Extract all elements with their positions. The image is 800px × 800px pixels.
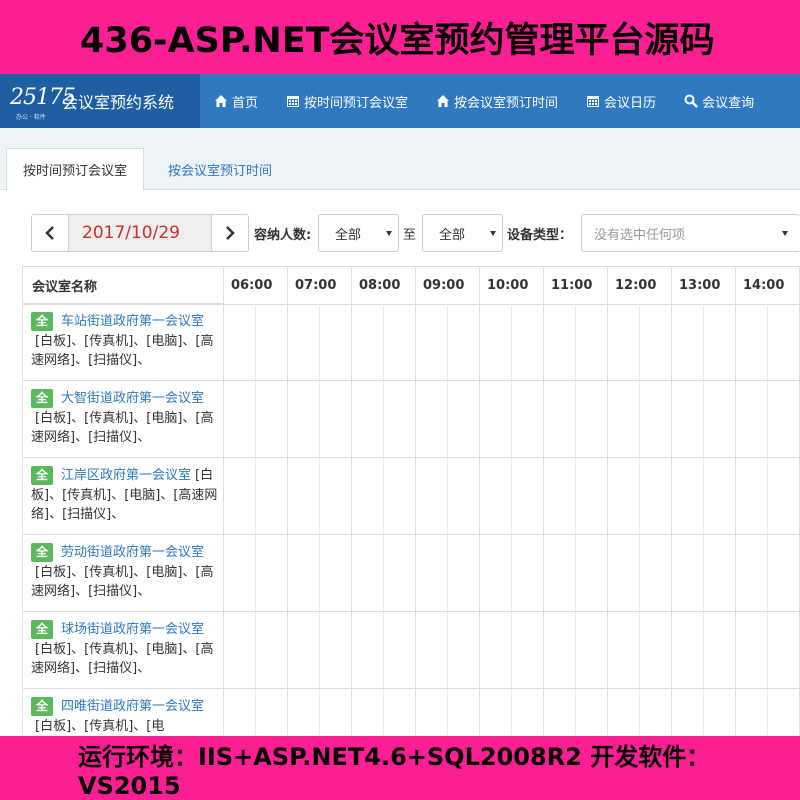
equipment-select[interactable]: 没有选中任何项	[581, 214, 800, 252]
top-banner: 436-ASP.NET会议室预约管理平台源码	[0, 0, 800, 74]
room-badge: 全	[31, 620, 53, 639]
calendar-icon	[586, 94, 600, 108]
bottom-banner: 运行环境：IIS+ASP.NET4.6+SQL2008R2 开发软件：VS201…	[0, 736, 800, 800]
room-cell: 全球场街道政府第一会议室 [白板]、[传真机]、[电脑]、[高速网络]、[扫描仪]…	[23, 612, 223, 688]
room-row: 全球场街道政府第一会议室 [白板]、[传真机]、[电脑]、[高速网络]、[扫描仪]…	[23, 612, 800, 689]
caret-down-icon	[490, 231, 496, 236]
capacity-to-value: 全部	[439, 227, 466, 243]
room-name-link[interactable]: 球场街道政府第一会议室	[61, 622, 204, 637]
home-icon	[436, 94, 450, 108]
room-equipment: [白板]、[传真机]、[电脑]、[高速网络]、[扫描仪]、	[31, 641, 214, 677]
brand-name: 会议室预约系统	[62, 93, 175, 112]
room-cell: 全江岸区政府第一会议室 [白板]、[传真机]、[电脑]、[高速网络]、[扫描仪]、	[23, 458, 223, 534]
room-name-link[interactable]: 劳动街道政府第一会议室	[61, 545, 204, 560]
room-badge: 全	[31, 466, 53, 485]
nav-item-label: 首页	[232, 95, 259, 111]
room-row: 全四唯街道政府第一会议室 [白板]、[传真机]、[电	[23, 689, 800, 736]
caret-down-icon	[782, 231, 788, 236]
to-label: 至	[403, 227, 417, 243]
room-row: 全大智街道政府第一会议室 [白板]、[传真机]、[电脑]、[高速网络]、[扫描仪]…	[23, 381, 800, 458]
room-row: 全江岸区政府第一会议室 [白板]、[传真机]、[电脑]、[高速网络]、[扫描仪]、	[23, 458, 800, 535]
chevron-left-icon	[45, 226, 54, 240]
room-cell: 全四唯街道政府第一会议室 [白板]、[传真机]、[电	[23, 689, 223, 736]
nav-item-search[interactable]: 会议查询	[670, 74, 768, 128]
nav-item-calendar[interactable]: 会议日历	[572, 74, 670, 128]
calendar-icon	[286, 94, 300, 108]
equipment-label: 设备类型：	[507, 227, 573, 243]
room-name-link[interactable]: 大智街道政府第一会议室	[61, 391, 204, 406]
hour-header: 09:00	[423, 278, 465, 293]
room-badge: 全	[31, 543, 53, 562]
hour-header: 12:00	[615, 278, 657, 293]
hour-header: 11:00	[551, 278, 593, 293]
room-name-link[interactable]: 车站街道政府第一会议室	[61, 314, 204, 329]
caret-down-icon	[386, 231, 392, 236]
bottom-banner-text: 运行环境：IIS+ASP.NET4.6+SQL2008R2 开发软件：VS201…	[78, 742, 711, 800]
top-banner-text: 436-ASP.NET会议室预约管理平台源码	[80, 20, 715, 61]
room-equipment: [白板]、[传真机]、[电脑]、[高速网络]、[扫描仪]、	[31, 333, 214, 369]
tab-book-by-time[interactable]: 按时间预订会议室	[6, 148, 145, 191]
room-name-link[interactable]: 江岸区政府第一会议室	[61, 468, 191, 483]
room-equipment: [白板]、[传真机]、[电	[35, 718, 165, 734]
capacity-from-select[interactable]: 全部	[318, 214, 399, 252]
nav-item-book-by-time[interactable]: 按时间预订会议室	[272, 74, 422, 128]
brand[interactable]: 25175 办公 · 软件 会议室预约系统	[0, 74, 200, 128]
prev-day-button[interactable]	[31, 214, 69, 252]
room-row: 全车站街道政府第一会议室 [白板]、[传真机]、[电脑]、[高速网络]、[扫描仪]…	[23, 304, 800, 381]
nav-item-label: 按会议室预订时间	[454, 95, 559, 111]
tab-bar: 按时间预订会议室 按会议室预订时间	[0, 128, 800, 191]
equipment-placeholder: 没有选中任何项	[594, 227, 686, 243]
hour-header: 13:00	[679, 278, 721, 293]
home-icon	[214, 94, 228, 108]
room-name-header: 会议室名称	[23, 267, 223, 304]
nav-item-label: 会议日历	[604, 95, 657, 111]
room-equipment: [白板]、[传真机]、[电脑]、[高速网络]、[扫描仪]、	[31, 410, 214, 446]
room-cell: 全车站街道政府第一会议室 [白板]、[传真机]、[电脑]、[高速网络]、[扫描仪]…	[23, 304, 223, 380]
room-row: 全劳动街道政府第一会议室 [白板]、[传真机]、[电脑]、[高速网络]、[扫描仪]…	[23, 535, 800, 612]
capacity-from-value: 全部	[335, 227, 362, 243]
room-equipment: [白板]、[传真机]、[电脑]、[高速网络]、[扫描仪]、	[31, 564, 214, 600]
navbar: 25175 办公 · 软件 会议室预约系统 首页 按时间预订会议室 按会议室预订…	[0, 74, 800, 128]
hour-header: 14:00	[743, 278, 785, 293]
logo-subtitle: 办公 · 软件	[16, 114, 46, 121]
logo: 25175 办公 · 软件	[10, 81, 76, 121]
date-display[interactable]: 2017/10/29	[69, 214, 211, 252]
room-badge: 全	[31, 697, 53, 716]
room-badge: 全	[31, 312, 53, 331]
capacity-label: 容纳人数:	[254, 227, 312, 243]
hour-header: 06:00	[231, 278, 273, 293]
hour-header: 07:00	[295, 278, 337, 293]
nav-item-label: 按时间预订会议室	[304, 95, 409, 111]
chevron-right-icon	[226, 226, 235, 240]
room-cell: 全劳动街道政府第一会议室 [白板]、[传真机]、[电脑]、[高速网络]、[扫描仪]…	[23, 535, 223, 611]
logo-number: 25175	[10, 85, 76, 110]
nav-item-label: 会议查询	[702, 95, 755, 111]
nav-item-book-by-room[interactable]: 按会议室预订时间	[422, 74, 572, 128]
schedule-grid: 会议室名称 06:00 07:00 08:00 09:00 10:00 11:00 12:0…	[22, 266, 800, 736]
capacity-to-select[interactable]: 全部	[422, 214, 503, 252]
tab-book-by-room[interactable]: 按会议室预订时间	[152, 148, 288, 190]
nav-menu: 首页 按时间预订会议室 按会议室预订时间 会议日历 会议查询	[200, 74, 768, 128]
next-day-button[interactable]	[211, 214, 249, 252]
room-name-link[interactable]: 四唯街道政府第一会议室	[61, 699, 204, 714]
room-badge: 全	[31, 389, 53, 408]
room-cell: 全大智街道政府第一会议室 [白板]、[传真机]、[电脑]、[高速网络]、[扫描仪]…	[23, 381, 223, 457]
hour-header: 08:00	[359, 278, 401, 293]
search-icon	[684, 94, 698, 108]
hour-header: 10:00	[487, 278, 529, 293]
nav-item-home[interactable]: 首页	[200, 74, 272, 128]
